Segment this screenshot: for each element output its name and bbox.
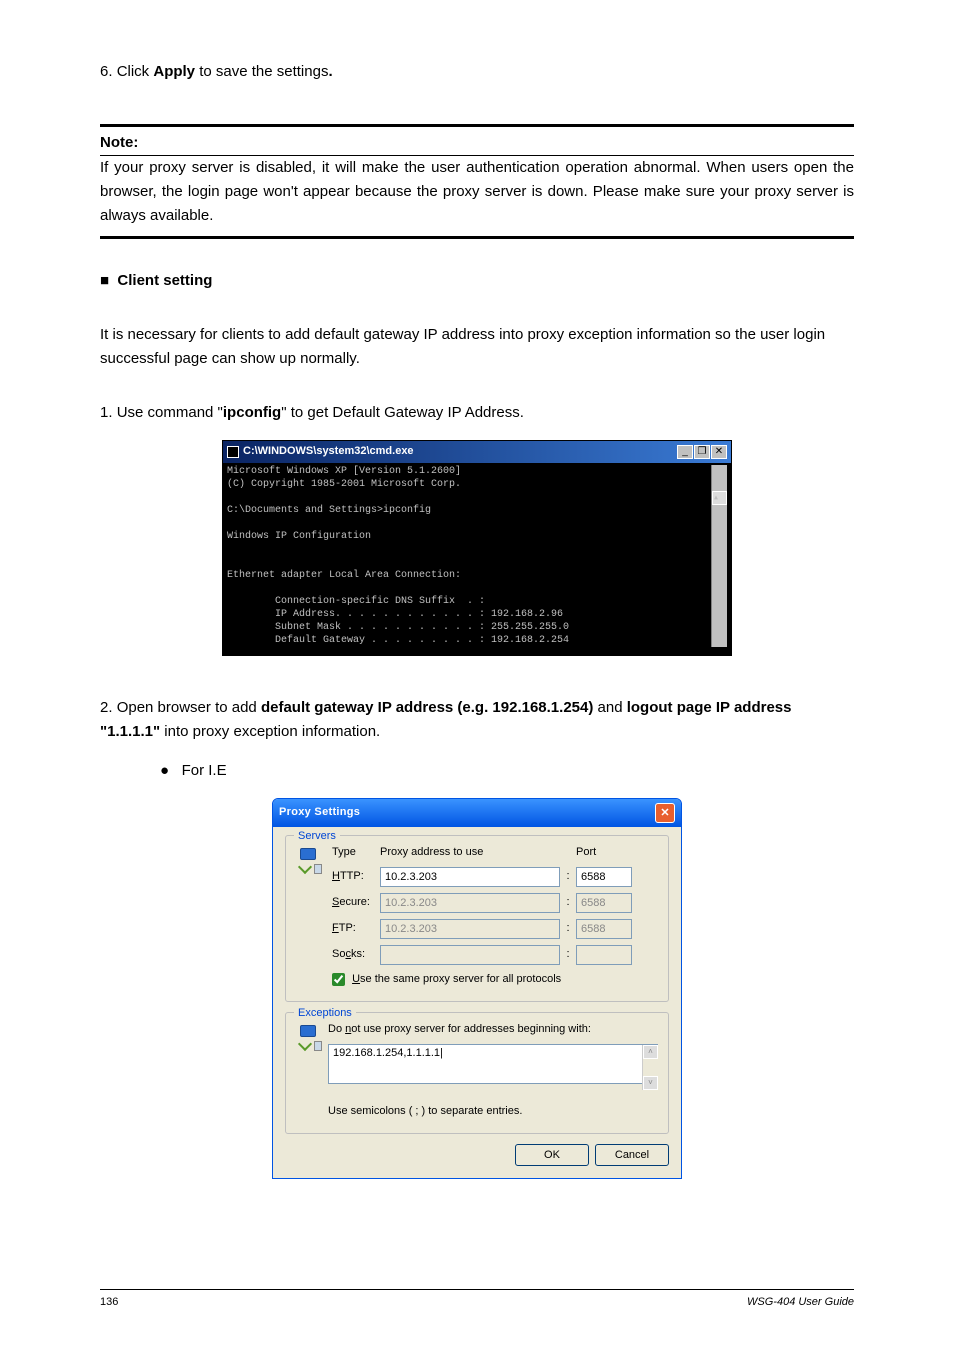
note-label: Note: bbox=[100, 131, 854, 155]
exceptions-icon bbox=[296, 1025, 324, 1053]
cmd-output: Microsoft Windows XP [Version 5.1.2600] … bbox=[227, 465, 711, 647]
step2-prefix: Open browser to add bbox=[117, 699, 261, 716]
client-setting-title: Client setting bbox=[117, 272, 212, 289]
bullet-dot: ● bbox=[160, 762, 169, 779]
note-box: Note: If your proxy server is disabled, … bbox=[100, 124, 854, 239]
same-proxy-checkbox[interactable] bbox=[332, 973, 345, 986]
step-dot: . bbox=[328, 63, 332, 80]
step-1: 1. Use command "ipconfig" to get Default… bbox=[100, 401, 854, 425]
sep: : bbox=[560, 868, 576, 886]
cmd-titlebar: C:\WINDOWS\system32\cmd.exe _ ❐ ✕ bbox=[223, 441, 731, 463]
proxy-settings-dialog: Proxy Settings ✕ Servers Type Proxy addr… bbox=[272, 798, 682, 1179]
client-setting-intro: It is necessary for clients to add defau… bbox=[100, 323, 854, 371]
minimize-button[interactable]: _ bbox=[677, 445, 693, 459]
type-header: Type bbox=[332, 844, 380, 862]
page-number: 136 bbox=[100, 1294, 118, 1312]
step2-mid: and bbox=[593, 699, 626, 716]
cmd-title: C:\WINDOWS\system32\cmd.exe bbox=[243, 443, 414, 461]
bullet-ie: ● For I.E bbox=[160, 759, 854, 783]
step-suffix: to save the settings bbox=[195, 63, 328, 80]
step2-suffix: into proxy exception information. bbox=[160, 723, 380, 740]
ftp-port-input bbox=[576, 919, 632, 939]
secure-address-input bbox=[380, 893, 560, 913]
sep: : bbox=[560, 946, 576, 964]
square-bullet: ■ bbox=[100, 272, 109, 289]
close-button[interactable]: ✕ bbox=[655, 803, 675, 823]
ftp-address-input bbox=[380, 919, 560, 939]
proxy-title: Proxy Settings bbox=[279, 804, 360, 822]
cancel-button[interactable]: Cancel bbox=[595, 1144, 669, 1166]
same-proxy-label: Use the same proxy server for all protoc… bbox=[352, 973, 561, 985]
bullet-text: For I.E bbox=[182, 762, 227, 779]
step-num: 1. bbox=[100, 404, 113, 421]
sep: : bbox=[560, 894, 576, 912]
apply-label: Apply bbox=[153, 63, 195, 80]
step1-suffix: " to get Default Gateway IP Address. bbox=[281, 404, 524, 421]
servers-legend: Servers bbox=[294, 828, 340, 846]
exceptions-legend: Exceptions bbox=[294, 1005, 356, 1023]
step-prefix: Click bbox=[117, 63, 154, 80]
page-footer: 136 WSG-404 User Guide bbox=[100, 1289, 854, 1312]
ipconfig-label: ipconfig bbox=[223, 404, 281, 421]
http-address-input[interactable] bbox=[380, 867, 560, 887]
note-body: If your proxy server is disabled, it wil… bbox=[100, 156, 854, 236]
secure-port-input bbox=[576, 893, 632, 913]
exceptions-note: Use semicolons ( ; ) to separate entries… bbox=[328, 1103, 658, 1121]
secure-label: Secure: bbox=[332, 894, 380, 912]
maximize-button[interactable]: ❐ bbox=[694, 445, 710, 459]
cmd-window-controls: _ ❐ ✕ bbox=[677, 445, 727, 459]
textarea-scrollbar[interactable]: ˄ ˅ bbox=[642, 1045, 658, 1090]
close-button[interactable]: ✕ bbox=[711, 445, 727, 459]
scroll-down-button[interactable]: ˅ bbox=[643, 1076, 658, 1090]
servers-fieldset: Servers Type Proxy address to use Port bbox=[285, 835, 669, 1002]
same-proxy-row: Use the same proxy server for all protoc… bbox=[332, 971, 658, 989]
step-num: 6. bbox=[100, 63, 113, 80]
step-num: 2. bbox=[100, 699, 113, 716]
scroll-up-button[interactable]: ▴ bbox=[712, 491, 727, 505]
gateway-label: default gateway IP address (e.g. 192.168… bbox=[261, 699, 593, 716]
socks-port-input bbox=[576, 945, 632, 965]
scroll-up-button[interactable]: ˄ bbox=[643, 1045, 658, 1059]
cmd-icon bbox=[227, 446, 239, 458]
step-6: 6. Click Apply to save the settings. bbox=[100, 60, 854, 84]
port-header: Port bbox=[576, 844, 632, 862]
http-label: HTTP: bbox=[332, 868, 380, 886]
cmd-scrollbar[interactable]: ▴ bbox=[711, 465, 727, 647]
socks-label: Socks: bbox=[332, 946, 380, 964]
ftp-label: FTP: bbox=[332, 920, 380, 938]
client-setting-heading: ■ Client setting bbox=[100, 269, 854, 293]
server-icon bbox=[296, 848, 324, 876]
sep: : bbox=[560, 920, 576, 938]
socks-address-input bbox=[380, 945, 560, 965]
http-port-input[interactable] bbox=[576, 867, 632, 887]
exceptions-fieldset: Exceptions Do not use proxy server for a… bbox=[285, 1012, 669, 1134]
step1-prefix: Use command " bbox=[117, 404, 223, 421]
exceptions-instruction: Do not use proxy server for addresses be… bbox=[328, 1021, 658, 1039]
exceptions-textarea[interactable] bbox=[328, 1044, 658, 1084]
proxy-titlebar: Proxy Settings ✕ bbox=[273, 799, 681, 827]
cmd-window: C:\WINDOWS\system32\cmd.exe _ ❐ ✕ Micros… bbox=[222, 440, 732, 656]
footer-title: WSG-404 User Guide bbox=[747, 1294, 854, 1312]
address-header: Proxy address to use bbox=[380, 844, 560, 862]
step-2: 2. Open browser to add default gateway I… bbox=[100, 696, 854, 744]
ok-button[interactable]: OK bbox=[515, 1144, 589, 1166]
